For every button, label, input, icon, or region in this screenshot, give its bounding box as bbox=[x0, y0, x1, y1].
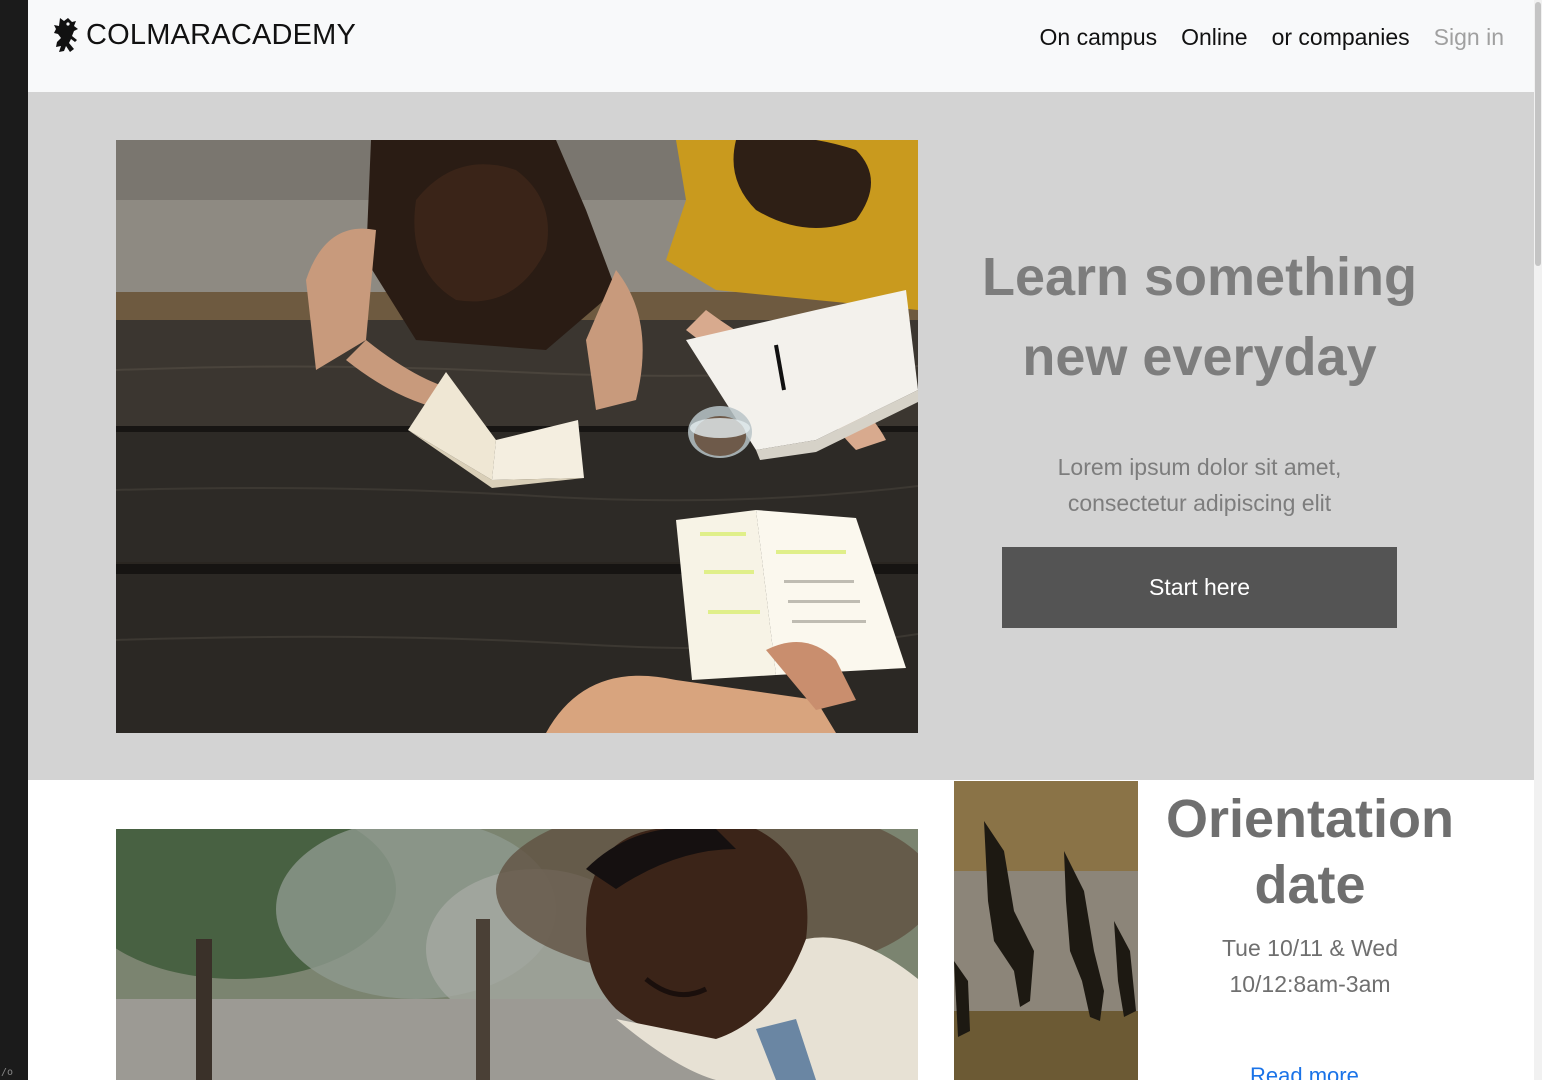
editor-side-strip: /o bbox=[0, 0, 28, 1080]
nav-link-on-campus[interactable]: On campus bbox=[1040, 22, 1158, 52]
side-photo bbox=[954, 781, 1138, 1080]
nav-link-online[interactable]: Online bbox=[1181, 22, 1247, 52]
lion-rampant-icon bbox=[54, 18, 78, 52]
vertical-scrollbar[interactable] bbox=[1534, 0, 1542, 1080]
students-studying-illustration bbox=[116, 140, 918, 733]
student-smiling-illustration bbox=[116, 829, 918, 1080]
hero-image bbox=[116, 140, 918, 733]
hero-title-line-1: Learn something bbox=[981, 247, 1418, 307]
orientation-section: Orientation date Tue 10/11 & Wed 10/12:8… bbox=[28, 780, 1534, 1080]
nav-links: On campus Online or companies Sign in bbox=[1040, 22, 1505, 52]
scrollbar-thumb[interactable] bbox=[1535, 2, 1541, 266]
start-here-button[interactable]: Start here bbox=[1002, 547, 1397, 628]
hero-section: Learn something new everyday Lorem ipsum… bbox=[28, 92, 1534, 780]
read-more-link[interactable]: Read more bbox=[1250, 1063, 1359, 1080]
top-navbar: COLMARACADEMY On campus Online or compan… bbox=[28, 0, 1534, 92]
hero-title-line-2: new everyday bbox=[1022, 327, 1377, 387]
browser-frame: /o COLMARACADEMY On campus Online or com… bbox=[0, 0, 1542, 1080]
student-photo bbox=[116, 829, 918, 1080]
orientation-title: Orientation date bbox=[1165, 789, 1454, 915]
hero-subtitle: Lorem ipsum dolor sit amet, consectetur … bbox=[1057, 454, 1342, 516]
shadows-on-ground-illustration bbox=[954, 781, 1138, 1080]
brand-name: COLMARACADEMY bbox=[86, 18, 357, 51]
hero-copy: Learn something new everyday Lorem ipsum… bbox=[962, 237, 1437, 521]
orientation-date: Tue 10/11 & Wed 10/12:8am-3am bbox=[1221, 935, 1398, 997]
orientation-info: Orientation date Tue 10/11 & Wed 10/12:8… bbox=[1158, 786, 1462, 1002]
editor-glyph: /o bbox=[1, 1067, 14, 1078]
nav-link-companies[interactable]: or companies bbox=[1272, 22, 1410, 52]
hero-title: Learn something new everyday bbox=[962, 237, 1437, 397]
sign-in-link[interactable]: Sign in bbox=[1434, 22, 1504, 52]
brand-logo-link[interactable]: COLMARACADEMY bbox=[50, 16, 356, 54]
page-viewport: COLMARACADEMY On campus Online or compan… bbox=[28, 0, 1534, 1080]
